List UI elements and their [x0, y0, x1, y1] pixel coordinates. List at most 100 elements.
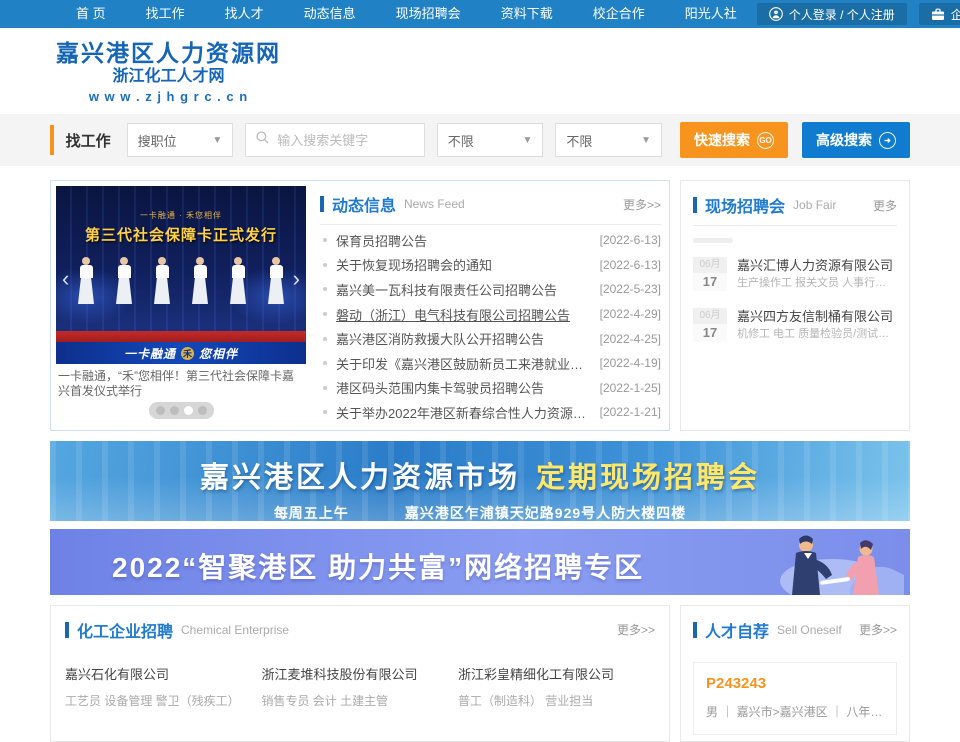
personal-login-register-button[interactable]: 个人登录 / 个人注册: [757, 3, 907, 25]
enterprise-entry-button[interactable]: 企业入口: [919, 3, 960, 25]
job-fair-subtitle: Job Fair: [793, 198, 836, 212]
nav-item-school-cooperation[interactable]: 校企合作: [573, 0, 665, 28]
search-section-label: 找工作: [66, 130, 111, 151]
keyword-search-input[interactable]: [275, 132, 413, 149]
carousel-dot[interactable]: [198, 406, 207, 415]
chevron-down-icon: ▼: [212, 135, 222, 146]
job-fair-day: 17: [693, 273, 727, 291]
news-link[interactable]: 关于举办2022年港区新春综合性人力资源暨春风...: [336, 403, 592, 422]
filter-select-2[interactable]: 不限 ▼: [555, 123, 662, 157]
nav-item-news[interactable]: 动态信息: [284, 0, 376, 28]
news-link[interactable]: 关于恢复现场招聘会的通知: [336, 255, 592, 274]
company-jobs: 普工（制造科） 营业担当: [458, 692, 644, 709]
news-link[interactable]: 嘉兴美一瓦科技有限责任公司招聘公告: [336, 280, 592, 299]
site-header: 嘉兴港区人力资源网 浙江化工人才网 w w w . z j h g r c . …: [50, 28, 910, 114]
company-name-link[interactable]: 浙江彩皇精细化工有限公司: [458, 664, 644, 683]
quick-search-button[interactable]: 快速搜索 GO: [680, 122, 788, 158]
news-link[interactable]: 港区码头范围内集卡驾驶员招聘公告: [336, 378, 592, 397]
talent-self-recommend-panel: 人才自荐 Sell Oneself 更多>> P243243 男 ｜ 嘉兴市>嘉…: [680, 605, 910, 742]
advanced-search-label: 高级搜索: [816, 130, 872, 150]
talent-id-link[interactable]: P243243: [706, 675, 884, 692]
news-item: 嘉兴港区消防救援大队公开招聘公告 [2022-4-25]: [320, 326, 661, 351]
news-item: 嘉兴美一瓦科技有限责任公司招聘公告 [2022-5-23]: [320, 277, 661, 302]
news-more-link[interactable]: 更多>>: [623, 196, 661, 213]
bullet-dot-icon: [323, 410, 327, 414]
carousel-dot[interactable]: [156, 406, 165, 415]
briefcase-icon: [931, 8, 945, 21]
quick-search-label: 快速搜索: [694, 130, 750, 150]
carousel-prev-arrow[interactable]: ‹: [62, 268, 69, 290]
job-fair-company-link[interactable]: 嘉兴汇博人力资源有限公司: [737, 257, 897, 275]
nav-item-find-job[interactable]: 找工作: [126, 0, 205, 28]
news-link[interactable]: 保育员招聘公告: [336, 231, 592, 250]
news-date: [2022-1-21]: [600, 405, 661, 419]
job-fair-day: 17: [693, 324, 727, 342]
talent-more-link[interactable]: 更多>>: [859, 621, 897, 638]
chemical-company: 嘉兴石化有限公司 工艺员 设备管理 警卫（残疾工）: [65, 664, 261, 709]
person-icon: [769, 7, 783, 21]
bullet-dot-icon: [323, 263, 327, 267]
news-date: [2022-4-19]: [600, 356, 661, 370]
chemical-more-link[interactable]: 更多>>: [617, 621, 655, 638]
main-content-box: 一卡融通 · 禾您相伴 第三代社会保障卡正式发行 一卡融通 禾: [50, 180, 670, 431]
nav-item-home[interactable]: 首 页: [56, 0, 126, 28]
news-item: 关于举办2022年港区新春综合性人力资源暨春风... [2022-1-21]: [320, 400, 661, 425]
search-category-select[interactable]: 搜职位 ▼: [127, 123, 234, 157]
news-item: 保育员招聘公告 [2022-6-13]: [320, 228, 661, 253]
advanced-search-button[interactable]: 高级搜索 ➜: [802, 122, 910, 158]
news-item: 关于印发《嘉兴港区鼓励新员工来港就业补助操作... [2022-4-19]: [320, 351, 661, 376]
job-fair-title: 现场招聘会: [705, 193, 785, 217]
banner-text-right: 您相伴: [199, 345, 238, 362]
news-item: 关于恢复现场招聘会的通知 [2022-6-13]: [320, 253, 661, 278]
company-name-link[interactable]: 嘉兴石化有限公司: [65, 664, 251, 683]
nav-item-find-talent[interactable]: 找人才: [205, 0, 284, 28]
site-title: 嘉兴港区人力资源网: [56, 40, 281, 66]
job-fair-banner[interactable]: 嘉兴港区人力资源市场定期现场招聘会 每周五上午嘉兴港区乍浦镇天妃路929号人防大…: [50, 441, 910, 521]
news-link[interactable]: 嘉兴港区消防救援大队公开招聘公告: [336, 329, 592, 348]
news-feed-title: 动态信息: [332, 192, 396, 216]
people-illustration: [754, 529, 904, 595]
job-fair-month: 06月: [693, 257, 727, 273]
carousel-dot[interactable]: [170, 406, 179, 415]
carousel-caption[interactable]: 一卡融通，“禾”您相伴！第三代社会保障卡嘉兴首发仪式举行: [56, 364, 306, 399]
job-fair-company-link[interactable]: 嘉兴四方友信制桶有限公司: [737, 308, 897, 326]
news-date: [2022-4-25]: [600, 332, 661, 346]
news-item: 磐动（浙江）电气科技有限公司招聘公告 [2022-4-29]: [320, 302, 661, 327]
panel-accent-bar: [693, 197, 697, 213]
job-fair-jobs: 生产操作工 报关文员 人事行政助理...: [737, 275, 897, 292]
job-fair-date-badge: 06月 17: [693, 308, 727, 343]
nav-item-downloads[interactable]: 资料下载: [481, 0, 573, 28]
panel-accent-bar: [693, 622, 697, 638]
filter-select-1[interactable]: 不限 ▼: [437, 123, 544, 157]
company-jobs: 工艺员 设备管理 警卫（残疾工）: [65, 692, 251, 709]
news-link-hovered[interactable]: 磐动（浙江）电气科技有限公司招聘公告: [336, 305, 592, 324]
carousel-photo[interactable]: 一卡融通 · 禾您相伴 第三代社会保障卡正式发行 一卡融通 禾: [56, 186, 306, 364]
talent-panel-title: 人才自荐: [705, 618, 769, 642]
online-recruitment-banner[interactable]: 2022“智聚港区 助力共富”网络招聘专区: [50, 529, 910, 595]
site-subtitle: 浙江化工人才网: [56, 66, 281, 88]
carousel-dot-active[interactable]: [184, 406, 193, 415]
nav-item-sunshine-hr[interactable]: 阳光人社: [665, 0, 757, 28]
site-logo[interactable]: 嘉兴港区人力资源网 浙江化工人才网 w w w . z j h g r c . …: [56, 40, 281, 106]
carousel-next-arrow[interactable]: ›: [293, 268, 300, 290]
nav-item-job-fair[interactable]: 现场招聘会: [376, 0, 481, 28]
company-name-link[interactable]: 浙江麦堆科技股份有限公司: [261, 664, 447, 683]
job-fair-more-link[interactable]: 更多: [873, 197, 897, 214]
job-fair-month: 06月: [693, 308, 727, 324]
grain-icon: 禾: [181, 347, 194, 360]
chemical-company: 浙江麦堆科技股份有限公司 销售专员 会计 土建主管: [261, 664, 457, 709]
carousel-photo-title: 第三代社会保障卡正式发行: [56, 224, 306, 245]
banner-address: 嘉兴港区乍浦镇天妃路929号人防大楼四楼: [405, 505, 686, 521]
talent-panel-subtitle: Sell Oneself: [777, 623, 842, 637]
talent-meta: 男 ｜ 嘉兴市>嘉兴港区 ｜ 八年以上: [706, 703, 884, 720]
chemical-enterprise-panel: 化工企业招聘 Chemical Enterprise 更多>> 嘉兴石化有限公司…: [50, 605, 670, 742]
job-fair-jobs: 机修工 电工 质量检验员/测试员 叉车...: [737, 326, 897, 343]
news-item: 港区码头范围内集卡驾驶员招聘公告 [2022-1-25]: [320, 376, 661, 401]
news-date: [2022-4-29]: [600, 307, 661, 321]
news-date: [2022-1-25]: [600, 381, 661, 395]
news-link[interactable]: 关于印发《嘉兴港区鼓励新员工来港就业补助操作...: [336, 354, 592, 373]
go-icon: GO: [757, 132, 774, 149]
carousel-dots: [149, 402, 214, 419]
news-feed-subtitle: News Feed: [404, 197, 465, 211]
personal-login-label: 个人登录 / 个人注册: [789, 6, 895, 23]
